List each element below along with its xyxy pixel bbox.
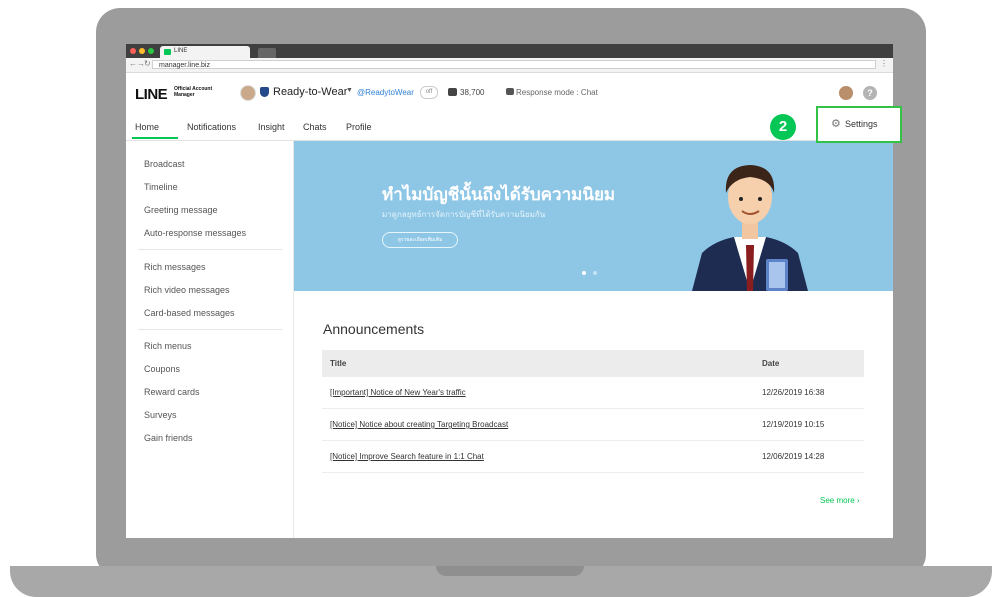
promo-banner[interactable]: ทำไมบัญชีนั้นถึงได้รับความนิยม มาดูกลยุท… (294, 141, 893, 291)
table-header: Title Date (322, 350, 864, 377)
close-window-icon[interactable] (130, 48, 136, 54)
back-icon[interactable]: ← (129, 59, 137, 68)
active-tab-indicator (132, 137, 178, 139)
sidebar-item-greeting-message[interactable]: Greeting message (144, 205, 218, 215)
friends-count: 38,700 (460, 88, 485, 97)
help-icon[interactable]: ? (863, 86, 877, 100)
line-favicon-icon (164, 49, 171, 55)
sidebar-item-surveys[interactable]: Surveys (144, 410, 177, 420)
app-header: LINE Official Account Manager Ready-to-W… (126, 73, 893, 113)
account-id: @ReadytoWear (357, 88, 414, 97)
reload-icon[interactable]: ↻ (144, 59, 151, 68)
sidebar-item-auto-response[interactable]: Auto-response messages (144, 228, 246, 238)
see-more-link[interactable]: See more › (820, 496, 860, 505)
tab-insight[interactable]: Insight (258, 122, 285, 132)
see-more-label: See more (820, 496, 855, 505)
carousel-dot-active[interactable] (582, 271, 586, 275)
sidebar-item-rich-menus[interactable]: Rich menus (144, 341, 192, 351)
carousel-dot[interactable] (593, 271, 597, 275)
address-bar-row: ← → ↻ manager.line.biz ⋮ (126, 58, 893, 73)
friends-icon (448, 88, 457, 96)
tab-notifications[interactable]: Notifications (187, 122, 236, 132)
browser-tab[interactable]: LINE (160, 46, 250, 58)
tab-chats[interactable]: Chats (303, 122, 327, 132)
chevron-down-icon[interactable]: ▼ (346, 87, 353, 94)
line-logo: LINE (135, 86, 168, 103)
user-avatar[interactable] (839, 86, 853, 100)
settings-button[interactable]: ⚙ Settings (816, 106, 902, 143)
sidebar-item-rich-video[interactable]: Rich video messages (144, 285, 230, 295)
announcements-heading: Announcements (323, 321, 425, 337)
sidebar-item-rich-messages[interactable]: Rich messages (144, 262, 206, 272)
column-date: Date (762, 359, 780, 368)
sidebar-divider (138, 329, 282, 330)
sidebar: Broadcast Timeline Greeting message Auto… (126, 141, 294, 538)
browser-menu-icon[interactable]: ⋮ (880, 59, 888, 68)
sidebar-item-coupons[interactable]: Coupons (144, 364, 180, 374)
logo-subtitle: Official Account Manager (174, 86, 213, 98)
sidebar-item-gain-friends[interactable]: Gain friends (144, 433, 193, 443)
table-row: [Notice] Notice about creating Targeting… (322, 409, 864, 441)
laptop-notch (436, 566, 584, 576)
announcement-date: 12/06/2019 14:28 (762, 452, 825, 461)
tab-home[interactable]: Home (135, 122, 159, 132)
businessman-illustration (692, 165, 808, 291)
url-field[interactable]: manager.line.biz (152, 60, 876, 69)
account-avatar (240, 85, 256, 101)
sidebar-item-card-based[interactable]: Card-based messages (144, 308, 235, 318)
settings-label: Settings (845, 119, 878, 129)
verified-shield-icon (260, 87, 269, 97)
sidebar-item-broadcast[interactable]: Broadcast (144, 159, 185, 169)
sidebar-item-timeline[interactable]: Timeline (144, 182, 178, 192)
tab-profile[interactable]: Profile (346, 122, 372, 132)
column-title: Title (330, 359, 347, 368)
browser-tabbar: LINE (126, 44, 893, 58)
announcement-link[interactable]: [Important] Notice of New Year's traffic (330, 388, 466, 397)
banner-title: ทำไมบัญชีนั้นถึงได้รับความนิยม (382, 185, 616, 204)
maximize-window-icon[interactable] (148, 48, 154, 54)
announcements-panel: Announcements Title Date [Important] Not… (294, 291, 893, 538)
tab-title: LINE (174, 48, 188, 54)
announcement-link[interactable]: [Notice] Notice about creating Targeting… (330, 420, 508, 429)
chat-bubble-icon (506, 88, 514, 95)
banner-more-button[interactable]: ดูรายละเอียดเพิ่มเติม (382, 232, 458, 248)
chevron-right-icon: › (856, 496, 860, 505)
step-number-badge: 2 (770, 114, 796, 140)
account-status-pill: off (420, 86, 438, 99)
gear-icon: ⚙ (831, 118, 841, 130)
minimize-window-icon[interactable] (139, 48, 145, 54)
new-tab-button[interactable] (258, 48, 276, 58)
sidebar-divider (138, 249, 282, 250)
response-mode[interactable]: Response mode : Chat (516, 88, 598, 97)
announcement-link[interactable]: [Notice] Improve Search feature in 1:1 C… (330, 452, 484, 461)
announcement-date: 12/26/2019 16:38 (762, 388, 825, 397)
table-row: [Notice] Improve Search feature in 1:1 C… (322, 441, 864, 473)
account-name[interactable]: Ready-to-Wear (273, 86, 347, 98)
sidebar-item-reward-cards[interactable]: Reward cards (144, 387, 200, 397)
banner-subtitle: มาดูกลยุทธ์การจัดการบัญชีที่ได้รับความนิ… (382, 210, 546, 219)
table-row: [Important] Notice of New Year's traffic… (322, 377, 864, 409)
announcement-date: 12/19/2019 10:15 (762, 420, 825, 429)
